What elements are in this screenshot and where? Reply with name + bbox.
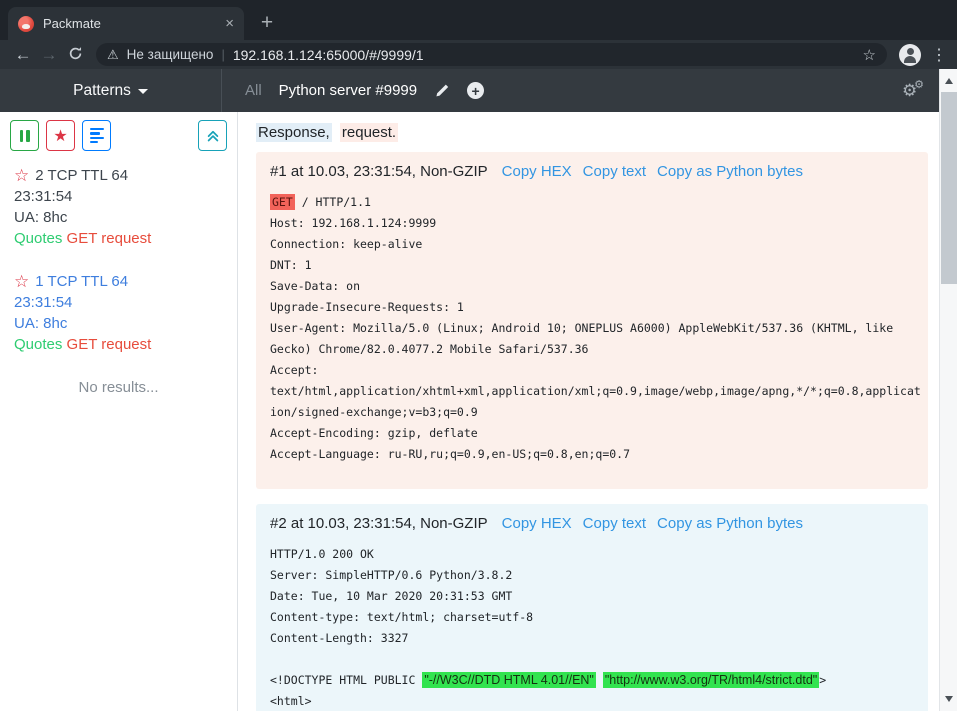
scrollbar-thumb[interactable] (941, 92, 957, 284)
tab-all[interactable]: All (245, 82, 262, 99)
stream-time: 23:31:54 (14, 186, 223, 207)
app-navbar: Patterns All Python server #9999 + ⚙ ⚙ (0, 69, 957, 112)
browser-tab[interactable]: Packmate × (8, 7, 244, 40)
tab-current-channel[interactable]: Python server #9999 (279, 82, 417, 99)
copy-hex-link[interactable]: Copy HEX (502, 515, 572, 532)
copy-python-bytes-link[interactable]: Copy as Python bytes (657, 515, 803, 532)
tab-close-icon[interactable]: × (225, 16, 234, 31)
stream-title: 2 TCP TTL 64 (35, 165, 128, 186)
pattern-tag-quotes[interactable]: Quotes (14, 230, 62, 247)
packet-card-response: #2 at 10.03, 23:31:54, Non-GZIP Copy HEX… (256, 504, 928, 711)
packet-body: HTTP/1.0 200 OK Server: SimpleHTTP/0.6 P… (270, 544, 920, 711)
pattern-tag-quotes[interactable]: Quotes (14, 336, 62, 353)
packet-text (596, 673, 603, 687)
scroll-up-arrow[interactable] (940, 72, 957, 90)
back-icon[interactable]: ← (10, 46, 36, 63)
url-text[interactable]: 192.168.1.124:65000/#/9999/1 (233, 47, 855, 63)
edit-pencil-icon[interactable] (434, 83, 450, 99)
packet-card-request: #1 at 10.03, 23:31:54, Non-GZIP Copy HEX… (256, 152, 928, 489)
packets-panel: Response, request. #1 at 10.03, 23:31:54… (238, 112, 940, 711)
pattern-tag-get-request[interactable]: GET request (67, 230, 152, 247)
security-label[interactable]: Не защищено (127, 47, 214, 62)
patterns-label: Patterns (73, 82, 131, 100)
tab-title: Packmate (43, 16, 216, 31)
copy-text-link[interactable]: Copy text (583, 163, 646, 180)
star-icon: ★ (53, 126, 67, 146)
bookmark-star-icon[interactable]: ☆ (863, 46, 876, 64)
list-lines-icon (90, 128, 104, 143)
warning-icon: ⚠ (107, 47, 119, 63)
patterns-dropdown[interactable]: Patterns (0, 69, 222, 112)
filter-list-button[interactable] (82, 120, 111, 151)
favorite-star-icon[interactable]: ☆ (14, 167, 29, 184)
packet-header: #2 at 10.03, 23:31:54, Non-GZIP Copy HEX… (270, 515, 920, 532)
stream-ua: UA: 8hc (14, 207, 223, 228)
packmate-favicon-icon (18, 16, 34, 32)
copy-text-link[interactable]: Copy text (583, 515, 646, 532)
pause-button[interactable] (10, 120, 39, 151)
triangle-up-icon (945, 78, 953, 84)
stream-item-selected[interactable]: ☆ 1 TCP TTL 64 23:31:54 UA: 8hc Quotes G… (0, 271, 237, 355)
new-tab-button[interactable]: + (252, 8, 282, 38)
pattern-match-get: GET (270, 194, 295, 210)
copy-hex-link[interactable]: Copy HEX (502, 163, 572, 180)
pause-icon (20, 130, 30, 142)
packet-body: GET / HTTP/1.1 Host: 192.168.1.124:9999 … (270, 192, 920, 465)
packet-title: #1 at 10.03, 23:31:54, Non-GZIP (270, 163, 488, 180)
stream-ua: UA: 8hc (14, 313, 223, 334)
sidebar-toolbar: ★ (0, 120, 237, 151)
address-bar[interactable]: ⚠ Не защищено | 192.168.1.124:65000/#/99… (96, 43, 887, 66)
packet-header: #1 at 10.03, 23:31:54, Non-GZIP Copy HEX… (270, 163, 920, 180)
pattern-match-quote-1: "-//W3C//DTD HTML 4.01//EN" (422, 672, 596, 688)
collapse-button[interactable] (198, 120, 227, 151)
browser-window: Packmate × + ← → ⚠ Не защищено | 192.168… (0, 0, 957, 711)
browser-toolbar: ← → ⚠ Не защищено | 192.168.1.124:65000/… (0, 40, 957, 69)
add-channel-icon[interactable]: + (467, 82, 484, 99)
browser-menu-icon[interactable]: ⋮ (931, 45, 947, 65)
legend-request-chip: request. (340, 123, 398, 142)
stream-item[interactable]: ☆ 2 TCP TTL 64 23:31:54 UA: 8hc Quotes G… (0, 165, 237, 249)
legend-response-chip: Response, (256, 123, 332, 142)
scroll-down-arrow[interactable] (940, 690, 957, 708)
no-results-label: No results... (0, 379, 237, 396)
page-scrollbar[interactable] (939, 69, 957, 711)
channel-tabs: All Python server #9999 + (222, 82, 902, 99)
settings-gears-icon[interactable]: ⚙ ⚙ (902, 80, 924, 102)
direction-legend: Response, request. (256, 124, 940, 141)
url-divider: | (221, 47, 224, 62)
packet-title: #2 at 10.03, 23:31:54, Non-GZIP (270, 515, 488, 532)
pattern-match-quote-2: "http://www.w3.org/TR/html4/strict.dtd" (603, 672, 819, 688)
app-content: ★ ☆ 2 TCP TTL 64 23:31:54 U (0, 112, 957, 711)
favorite-star-icon[interactable]: ☆ (14, 273, 29, 290)
triangle-down-icon (945, 696, 953, 702)
packet-text: HTTP/1.0 200 OK Server: SimpleHTTP/0.6 P… (270, 547, 533, 687)
favorites-button[interactable]: ★ (46, 120, 75, 151)
stream-patterns: Quotes GET request (14, 228, 223, 249)
streams-sidebar: ★ ☆ 2 TCP TTL 64 23:31:54 U (0, 112, 238, 711)
copy-python-bytes-link[interactable]: Copy as Python bytes (657, 163, 803, 180)
profile-avatar[interactable] (899, 44, 921, 66)
chevron-down-icon (138, 89, 148, 94)
forward-icon[interactable]: → (36, 46, 62, 63)
stream-patterns: Quotes GET request (14, 334, 223, 355)
browser-tabstrip: Packmate × + (0, 0, 957, 40)
pattern-tag-get-request[interactable]: GET request (67, 336, 152, 353)
stream-title: 1 TCP TTL 64 (35, 271, 128, 292)
double-chevron-up-icon (206, 129, 220, 143)
stream-time: 23:31:54 (14, 292, 223, 313)
packet-text: / HTTP/1.1 Host: 192.168.1.124:9999 Conn… (270, 195, 921, 461)
reload-icon[interactable] (62, 46, 88, 64)
